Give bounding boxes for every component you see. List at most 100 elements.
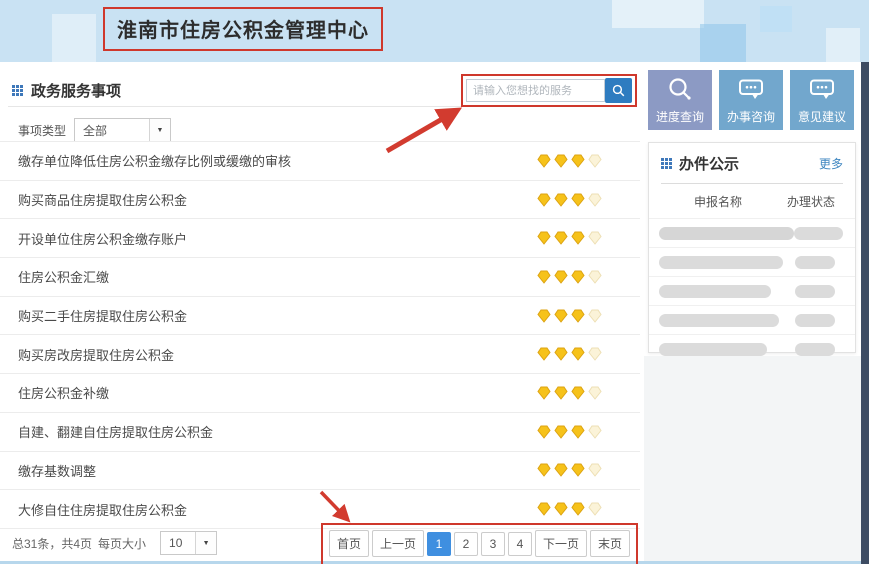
page-root: 淮南市住房公积金管理中心 政务服务事项 事项类型 全部 ▼ [0, 0, 869, 564]
gem-icon [571, 463, 585, 477]
gem-icon [537, 386, 551, 400]
total-count-text: 总31条，共4页 [12, 535, 92, 552]
gem-icon [571, 347, 585, 361]
grid-icon [12, 85, 23, 96]
gem-icon [554, 386, 568, 400]
page-button-page-2[interactable]: 2 [454, 532, 478, 556]
service-item[interactable]: 购买房改房提取住房公积金 [0, 335, 640, 374]
service-item[interactable]: 缴存基数调整 [0, 452, 640, 491]
quick-action-label: 进度查询 [656, 108, 704, 125]
redacted-status [794, 227, 843, 240]
column-header-name: 申报名称 [659, 193, 777, 210]
announcements-title: 办件公示 [679, 153, 819, 174]
gem-icon [554, 347, 568, 361]
service-item[interactable]: 住房公积金补缴 [0, 374, 640, 413]
gem-icon [554, 231, 568, 245]
gem-icon [571, 154, 585, 168]
gem-icon [554, 463, 568, 477]
service-item-label: 购买二手住房提取住房公积金 [18, 306, 537, 325]
services-panel-header: 政务服务事项 [12, 80, 121, 101]
quick-action-suggestions[interactable]: 意见建议 [790, 70, 854, 130]
rating-gems [537, 386, 602, 400]
page-button-page-4[interactable]: 4 [508, 532, 532, 556]
gem-icon [571, 193, 585, 207]
gem-icon [537, 309, 551, 323]
service-item[interactable]: 开设单位住房公积金缴存账户 [0, 219, 640, 258]
services-panel-title: 政务服务事项 [31, 80, 121, 101]
search-button[interactable] [605, 78, 632, 103]
page-size-label: 每页大小 [98, 535, 146, 552]
quick-action-progress-query[interactable]: 进度查询 [648, 70, 712, 130]
service-item[interactable]: 住房公积金汇缴 [0, 258, 640, 297]
page-button-page-3[interactable]: 3 [481, 532, 505, 556]
service-item[interactable]: 缴存单位降低住房公积金缴存比例或缓缴的审核 [0, 142, 640, 181]
rating-gems [537, 347, 602, 361]
page-button-page-1[interactable]: 1 [427, 532, 451, 556]
service-item-label: 开设单位住房公积金缴存账户 [18, 229, 537, 248]
gem-icon [588, 154, 602, 168]
gem-icon [537, 347, 551, 361]
page-size-select[interactable]: 10 ▼ [160, 531, 217, 555]
gem-icon [537, 425, 551, 439]
gem-icon [571, 270, 585, 284]
announcement-rows [649, 218, 855, 363]
quick-action-label: 意见建议 [798, 108, 846, 125]
service-list: 缴存单位降低住房公积金缴存比例或缓缴的审核购买商品住房提取住房公积金开设单位住房… [0, 141, 640, 529]
header-decoration [700, 24, 746, 62]
pagination-info: 总31条，共4页 每页大小 10 ▼ [12, 531, 217, 555]
gem-icon [571, 425, 585, 439]
gem-icon [588, 502, 602, 516]
gem-icon [588, 347, 602, 361]
service-item-label: 缴存单位降低住房公积金缴存比例或缓缴的审核 [18, 151, 537, 170]
page-button-last[interactable]: 末页 [590, 530, 630, 557]
magnifier-icon [665, 75, 695, 105]
service-item-label: 住房公积金汇缴 [18, 267, 537, 286]
search-input[interactable] [466, 79, 605, 102]
chevron-down-icon[interactable]: ▼ [149, 119, 170, 141]
redacted-status [795, 314, 835, 327]
page-button-prev[interactable]: 上一页 [372, 530, 424, 557]
redacted-name [659, 256, 783, 269]
gem-icon [537, 270, 551, 284]
rating-gems [537, 309, 602, 323]
page-button-next[interactable]: 下一页 [535, 530, 587, 557]
quick-action-label: 办事咨询 [727, 108, 775, 125]
announcement-row [649, 218, 855, 247]
quick-action-consultation[interactable]: 办事咨询 [719, 70, 783, 130]
page-button-first[interactable]: 首页 [329, 530, 369, 557]
gem-icon [537, 463, 551, 477]
gem-icon [571, 231, 585, 245]
header-decoration [52, 14, 96, 62]
service-item[interactable]: 购买商品住房提取住房公积金 [0, 181, 640, 220]
announcements-card: 办件公示 更多 申报名称 办理状态 [648, 142, 856, 353]
gem-icon [554, 270, 568, 284]
redacted-status [795, 256, 835, 269]
filter-row: 事项类型 全部 ▼ [18, 118, 171, 142]
item-type-selected-value: 全部 [75, 119, 149, 141]
gem-icon [537, 154, 551, 168]
gem-icon [554, 425, 568, 439]
service-item[interactable]: 自建、翻建自住房提取住房公积金 [0, 413, 640, 452]
announcement-row [649, 276, 855, 305]
gem-icon [588, 193, 602, 207]
site-header: 淮南市住房公积金管理中心 [0, 0, 869, 62]
search-icon [610, 82, 627, 99]
gem-icon [554, 193, 568, 207]
announcement-row [649, 247, 855, 276]
service-item[interactable]: 购买二手住房提取住房公积金 [0, 297, 640, 336]
gem-icon [537, 231, 551, 245]
service-item-label: 购买房改房提取住房公积金 [18, 345, 537, 364]
chevron-down-icon[interactable]: ▼ [195, 532, 216, 554]
item-type-select[interactable]: 全部 ▼ [74, 118, 171, 142]
more-link[interactable]: 更多 [819, 155, 843, 172]
header-decoration [826, 28, 860, 62]
service-item-label: 自建、翻建自住房提取住房公积金 [18, 422, 537, 441]
chat-bubble-icon [736, 75, 766, 105]
services-panel: 政务服务事项 事项类型 全部 ▼ 缴存单位降低住房公积金缴存比例或缓缴的审核购买… [0, 62, 640, 564]
service-item-label: 购买商品住房提取住房公积金 [18, 190, 537, 209]
redacted-name [659, 227, 794, 240]
gem-icon [537, 193, 551, 207]
gem-icon [571, 386, 585, 400]
pagination: 首页上一页1234下一页末页 [321, 523, 638, 564]
page-size-value: 10 [161, 532, 195, 554]
